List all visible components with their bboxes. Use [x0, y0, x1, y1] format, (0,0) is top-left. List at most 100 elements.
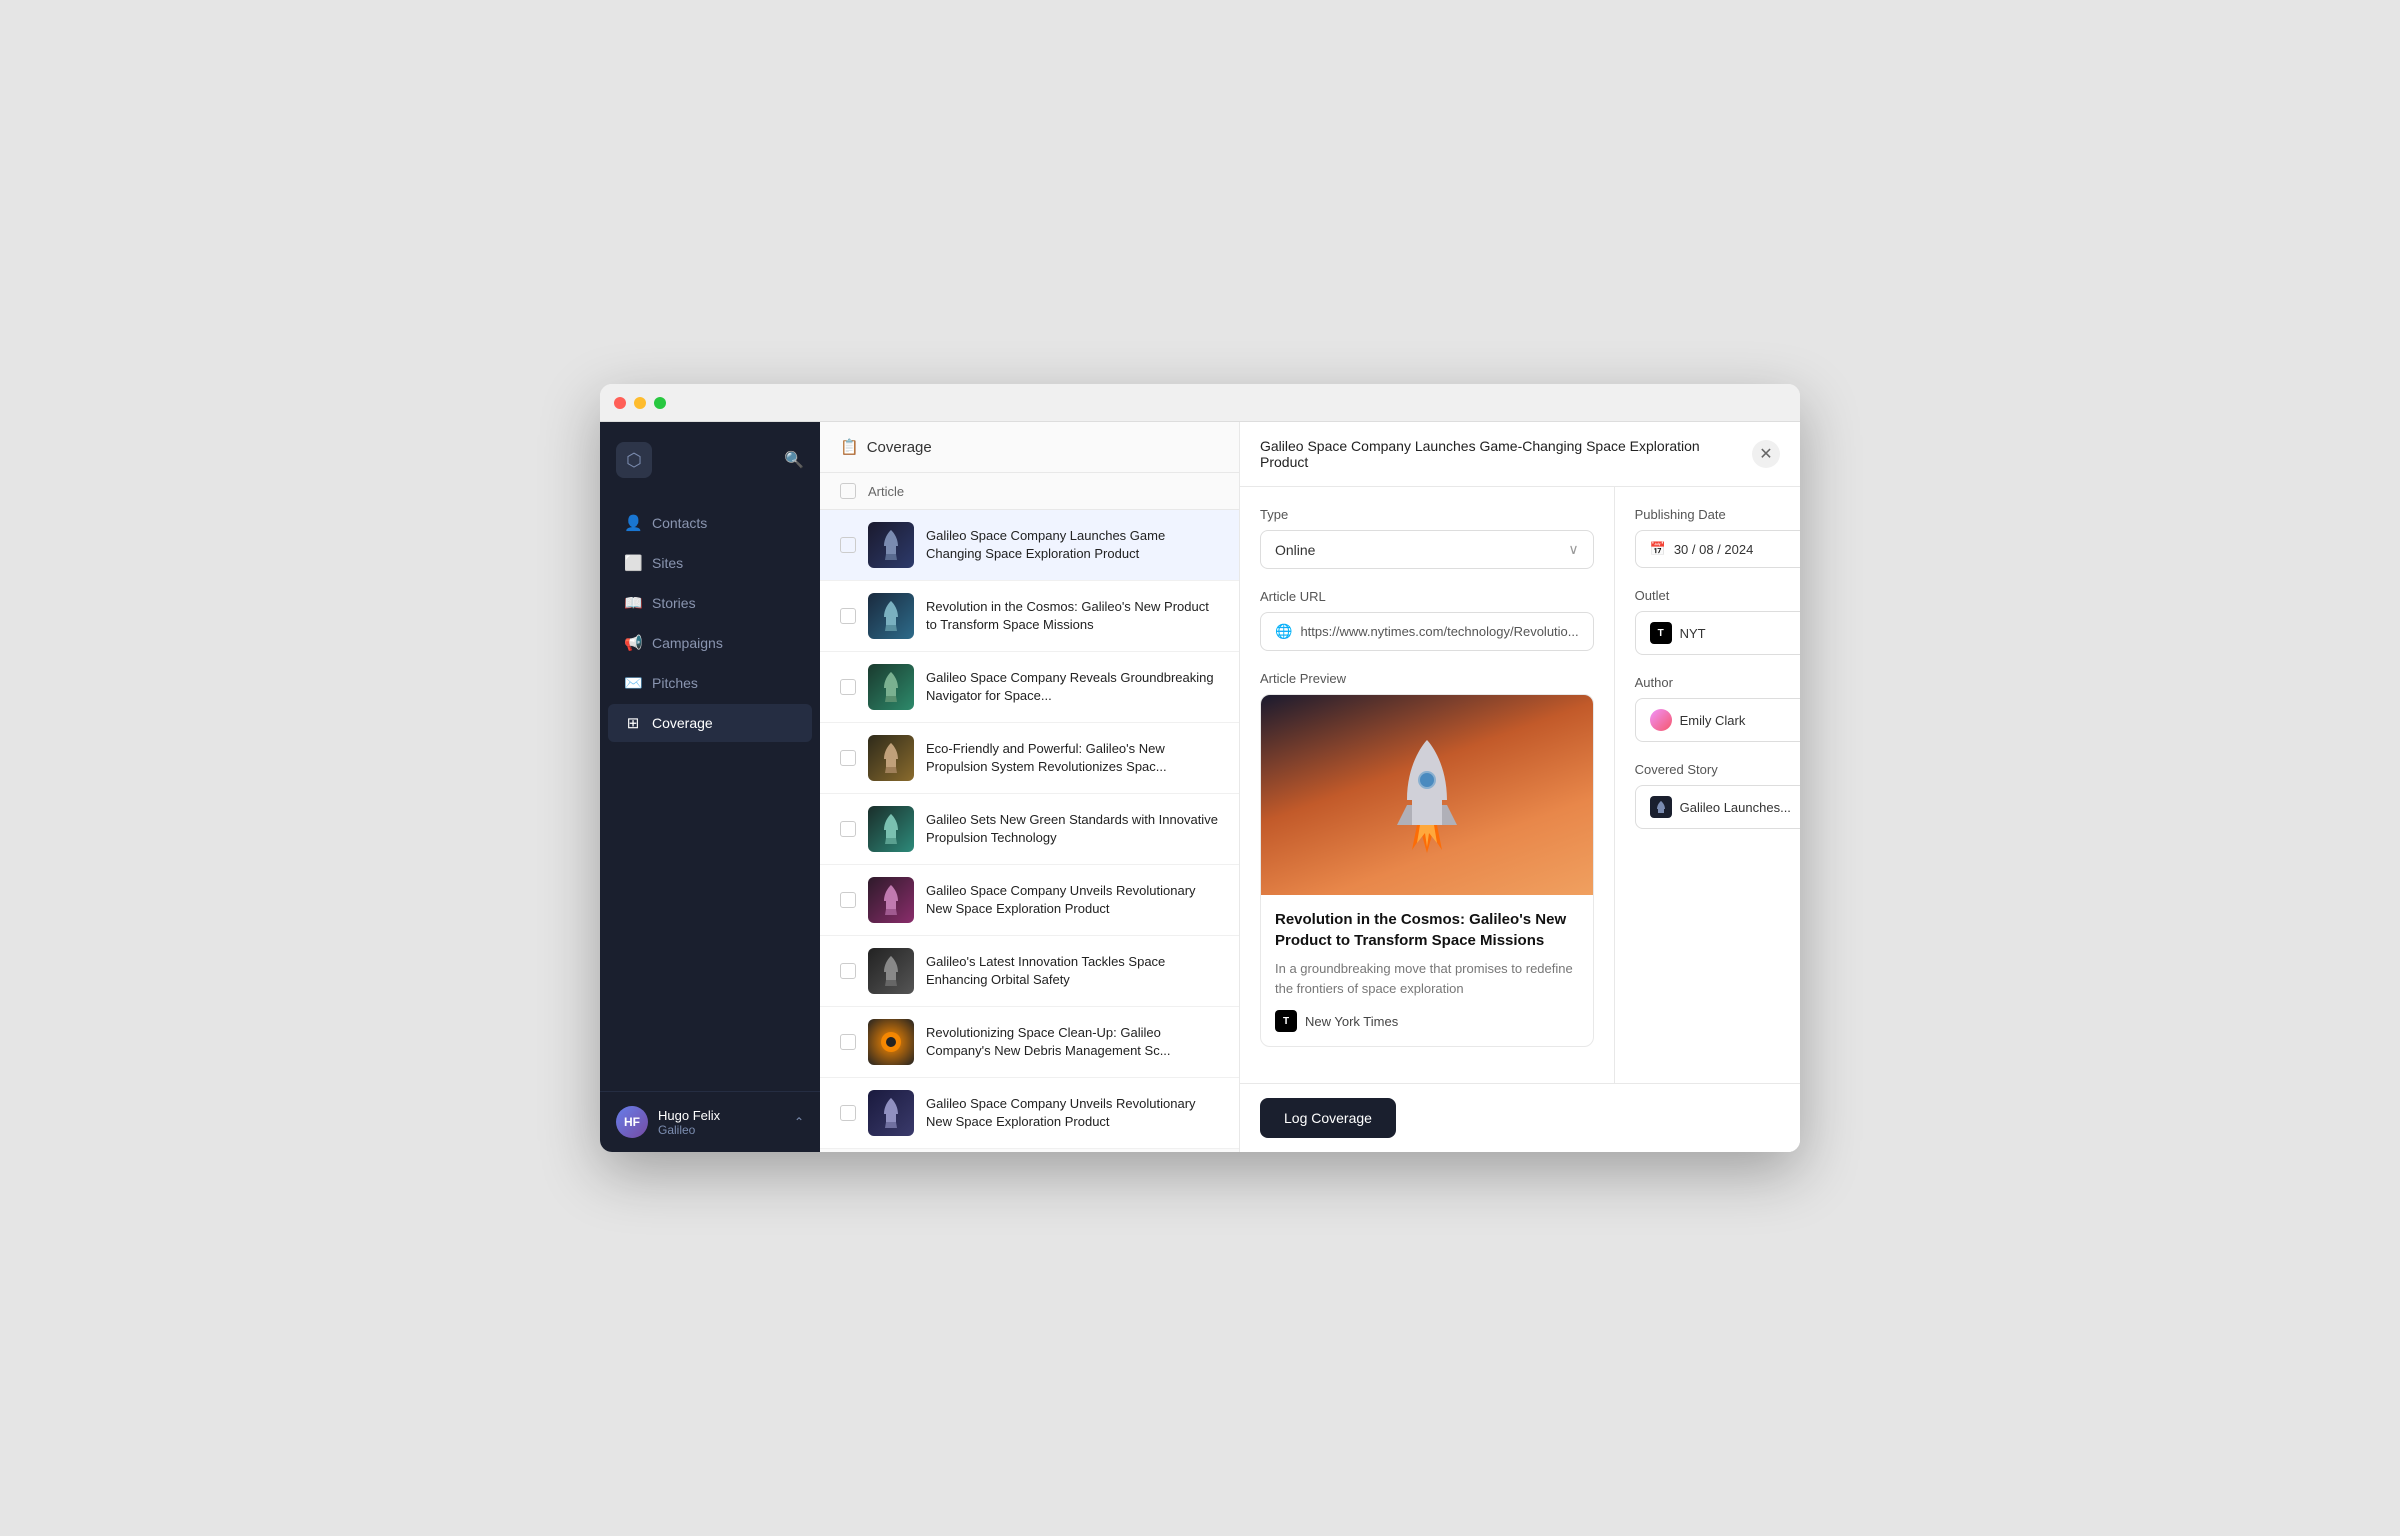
sidebar-item-label: Sites — [652, 555, 683, 571]
article-list: Galileo Space Company Launches Game Chan… — [820, 510, 1239, 1152]
log-coverage-button[interactable]: Log Coverage — [1260, 1098, 1396, 1138]
outlet-field[interactable]: T NYT — [1635, 611, 1800, 655]
titlebar — [600, 384, 1800, 422]
article-preview-card: Revolution in the Cosmos: Galileo's New … — [1260, 694, 1594, 1047]
article-title: Galileo Space Company Unveils Revolution… — [926, 882, 1219, 918]
detail-header: Galileo Space Company Launches Game-Chan… — [1240, 422, 1800, 487]
row-checkbox[interactable] — [840, 1105, 856, 1121]
search-icon[interactable]: 🔍 — [784, 450, 804, 470]
outlet-group: Outlet T NYT — [1635, 588, 1800, 655]
article-title: Galileo Space Company Reveals Groundbrea… — [926, 669, 1219, 705]
sidebar-item-campaigns[interactable]: 📢 Campaigns — [608, 624, 812, 662]
list-item[interactable]: Galileo Space Company Launches Game Chan… — [820, 510, 1239, 581]
app-logo: ⬡ — [616, 442, 652, 478]
article-thumbnail — [868, 1019, 914, 1065]
list-item[interactable]: Galileo's Latest Innovation Tackles Spac… — [820, 936, 1239, 1007]
publishing-date-field[interactable]: 📅 30 / 08 / 2024 — [1635, 530, 1800, 568]
nyt-logo: T — [1275, 1010, 1297, 1032]
article-list-header: Article — [820, 473, 1239, 510]
article-title: Galileo Sets New Green Standards with In… — [926, 811, 1219, 847]
chevron-down-icon: ∨ — [1568, 541, 1578, 558]
publishing-date-value: 30 / 08 / 2024 — [1674, 542, 1754, 557]
contacts-icon: 👤 — [624, 514, 642, 532]
author-label: Author — [1635, 675, 1800, 690]
article-col-label: Article — [868, 484, 904, 499]
preview-label: Article Preview — [1260, 671, 1594, 686]
list-item[interactable]: Eco-Friendly and Powerful: Galileo's New… — [820, 723, 1239, 794]
stories-icon: 📖 — [624, 594, 642, 612]
outlet-logo: T — [1650, 622, 1672, 644]
close-icon[interactable]: ✕ — [1752, 440, 1780, 468]
sidebar-item-sites[interactable]: ⬜ Sites — [608, 544, 812, 582]
row-checkbox[interactable] — [840, 679, 856, 695]
article-thumbnail — [868, 1090, 914, 1136]
detail-title: Galileo Space Company Launches Game-Chan… — [1260, 438, 1736, 470]
covered-story-field[interactable]: Galileo Launches... — [1635, 785, 1800, 829]
article-thumbnail — [868, 806, 914, 852]
sidebar: ⬡ 🔍 👤 Contacts ⬜ Sites 📖 Stories 📢 — [600, 422, 820, 1152]
url-value: https://www.nytimes.com/technology/Revol… — [1300, 624, 1578, 639]
list-item[interactable]: Galileo Sets New Green Standards with In… — [820, 794, 1239, 865]
pitches-icon: ✉️ — [624, 674, 642, 692]
sidebar-item-contacts[interactable]: 👤 Contacts — [608, 504, 812, 542]
article-title: Revolution in the Cosmos: Galileo's New … — [926, 598, 1219, 634]
detail-left-column: Type Online ∨ Article URL 🌐 https://www.… — [1240, 487, 1615, 1083]
article-title: Galileo Space Company Unveils Revolution… — [926, 1095, 1219, 1131]
coverage-icon: ⊞ — [624, 714, 642, 732]
user-profile[interactable]: HF Hugo Felix Galileo ⌃ — [600, 1091, 820, 1152]
sites-icon: ⬜ — [624, 554, 642, 572]
row-checkbox[interactable] — [840, 750, 856, 766]
header-checkbox[interactable] — [840, 483, 856, 499]
sidebar-item-label: Stories — [652, 595, 696, 611]
list-item[interactable]: Galileo Space Company Unveils Revolution… — [820, 865, 1239, 936]
preview-content: Revolution in the Cosmos: Galileo's New … — [1261, 895, 1593, 1046]
detail-footer: Log Coverage — [1240, 1083, 1800, 1152]
article-thumbnail — [868, 877, 914, 923]
close-button[interactable] — [614, 397, 626, 409]
article-list-panel: 📋 Coverage Article Galileo Space Company… — [820, 422, 1240, 1152]
list-item[interactable]: Revolutionizing Space Clean-Up: Galileo … — [820, 1007, 1239, 1078]
minimize-button[interactable] — [634, 397, 646, 409]
user-name: Hugo Felix — [658, 1108, 784, 1123]
outlet-name: New York Times — [1305, 1014, 1398, 1029]
sidebar-item-coverage[interactable]: ⊞ Coverage — [608, 704, 812, 742]
publishing-date-label: Publishing Date — [1635, 507, 1800, 522]
row-checkbox[interactable] — [840, 821, 856, 837]
sidebar-nav: 👤 Contacts ⬜ Sites 📖 Stories 📢 Campaigns… — [600, 494, 820, 1091]
row-checkbox[interactable] — [840, 892, 856, 908]
avatar: HF — [616, 1106, 648, 1138]
row-checkbox[interactable] — [840, 608, 856, 624]
url-field-group: Article URL 🌐 https://www.nytimes.com/te… — [1260, 589, 1594, 651]
covered-story-label: Covered Story — [1635, 762, 1800, 777]
url-label: Article URL — [1260, 589, 1594, 604]
author-field[interactable]: Emily Clark — [1635, 698, 1800, 742]
article-thumbnail — [868, 593, 914, 639]
article-thumbnail — [868, 948, 914, 994]
article-thumbnail — [868, 664, 914, 710]
detail-body: Type Online ∨ Article URL 🌐 https://www.… — [1240, 487, 1800, 1083]
row-checkbox[interactable] — [840, 963, 856, 979]
outlet-label: Outlet — [1635, 588, 1800, 603]
url-field[interactable]: 🌐 https://www.nytimes.com/technology/Rev… — [1260, 612, 1594, 651]
list-item[interactable]: Revolution in the Cosmos: Galileo's New … — [820, 581, 1239, 652]
article-title: Eco-Friendly and Powerful: Galileo's New… — [926, 740, 1219, 776]
preview-field-group: Article Preview — [1260, 671, 1594, 1047]
coverage-panel-icon: 📋 — [840, 438, 859, 456]
sidebar-item-label: Pitches — [652, 675, 698, 691]
type-dropdown[interactable]: Online ∨ — [1260, 530, 1594, 569]
sidebar-item-label: Coverage — [652, 715, 713, 731]
user-company: Galileo — [658, 1123, 784, 1137]
outlet-name: NYT — [1680, 626, 1706, 641]
maximize-button[interactable] — [654, 397, 666, 409]
sidebar-item-stories[interactable]: 📖 Stories — [608, 584, 812, 622]
article-title: Galileo's Latest Innovation Tackles Spac… — [926, 953, 1219, 989]
list-item[interactable]: Galileo Space Company Unveils Revolution… — [820, 1078, 1239, 1149]
publishing-date-group: Publishing Date 📅 30 / 08 / 2024 — [1635, 507, 1800, 568]
campaigns-icon: 📢 — [624, 634, 642, 652]
sidebar-item-pitches[interactable]: ✉️ Pitches — [608, 664, 812, 702]
sidebar-item-label: Contacts — [652, 515, 707, 531]
row-checkbox[interactable] — [840, 1034, 856, 1050]
list-item[interactable]: Galileo Space Company Reveals Groundbrea… — [820, 652, 1239, 723]
row-checkbox[interactable] — [840, 537, 856, 553]
sidebar-item-label: Campaigns — [652, 635, 723, 651]
